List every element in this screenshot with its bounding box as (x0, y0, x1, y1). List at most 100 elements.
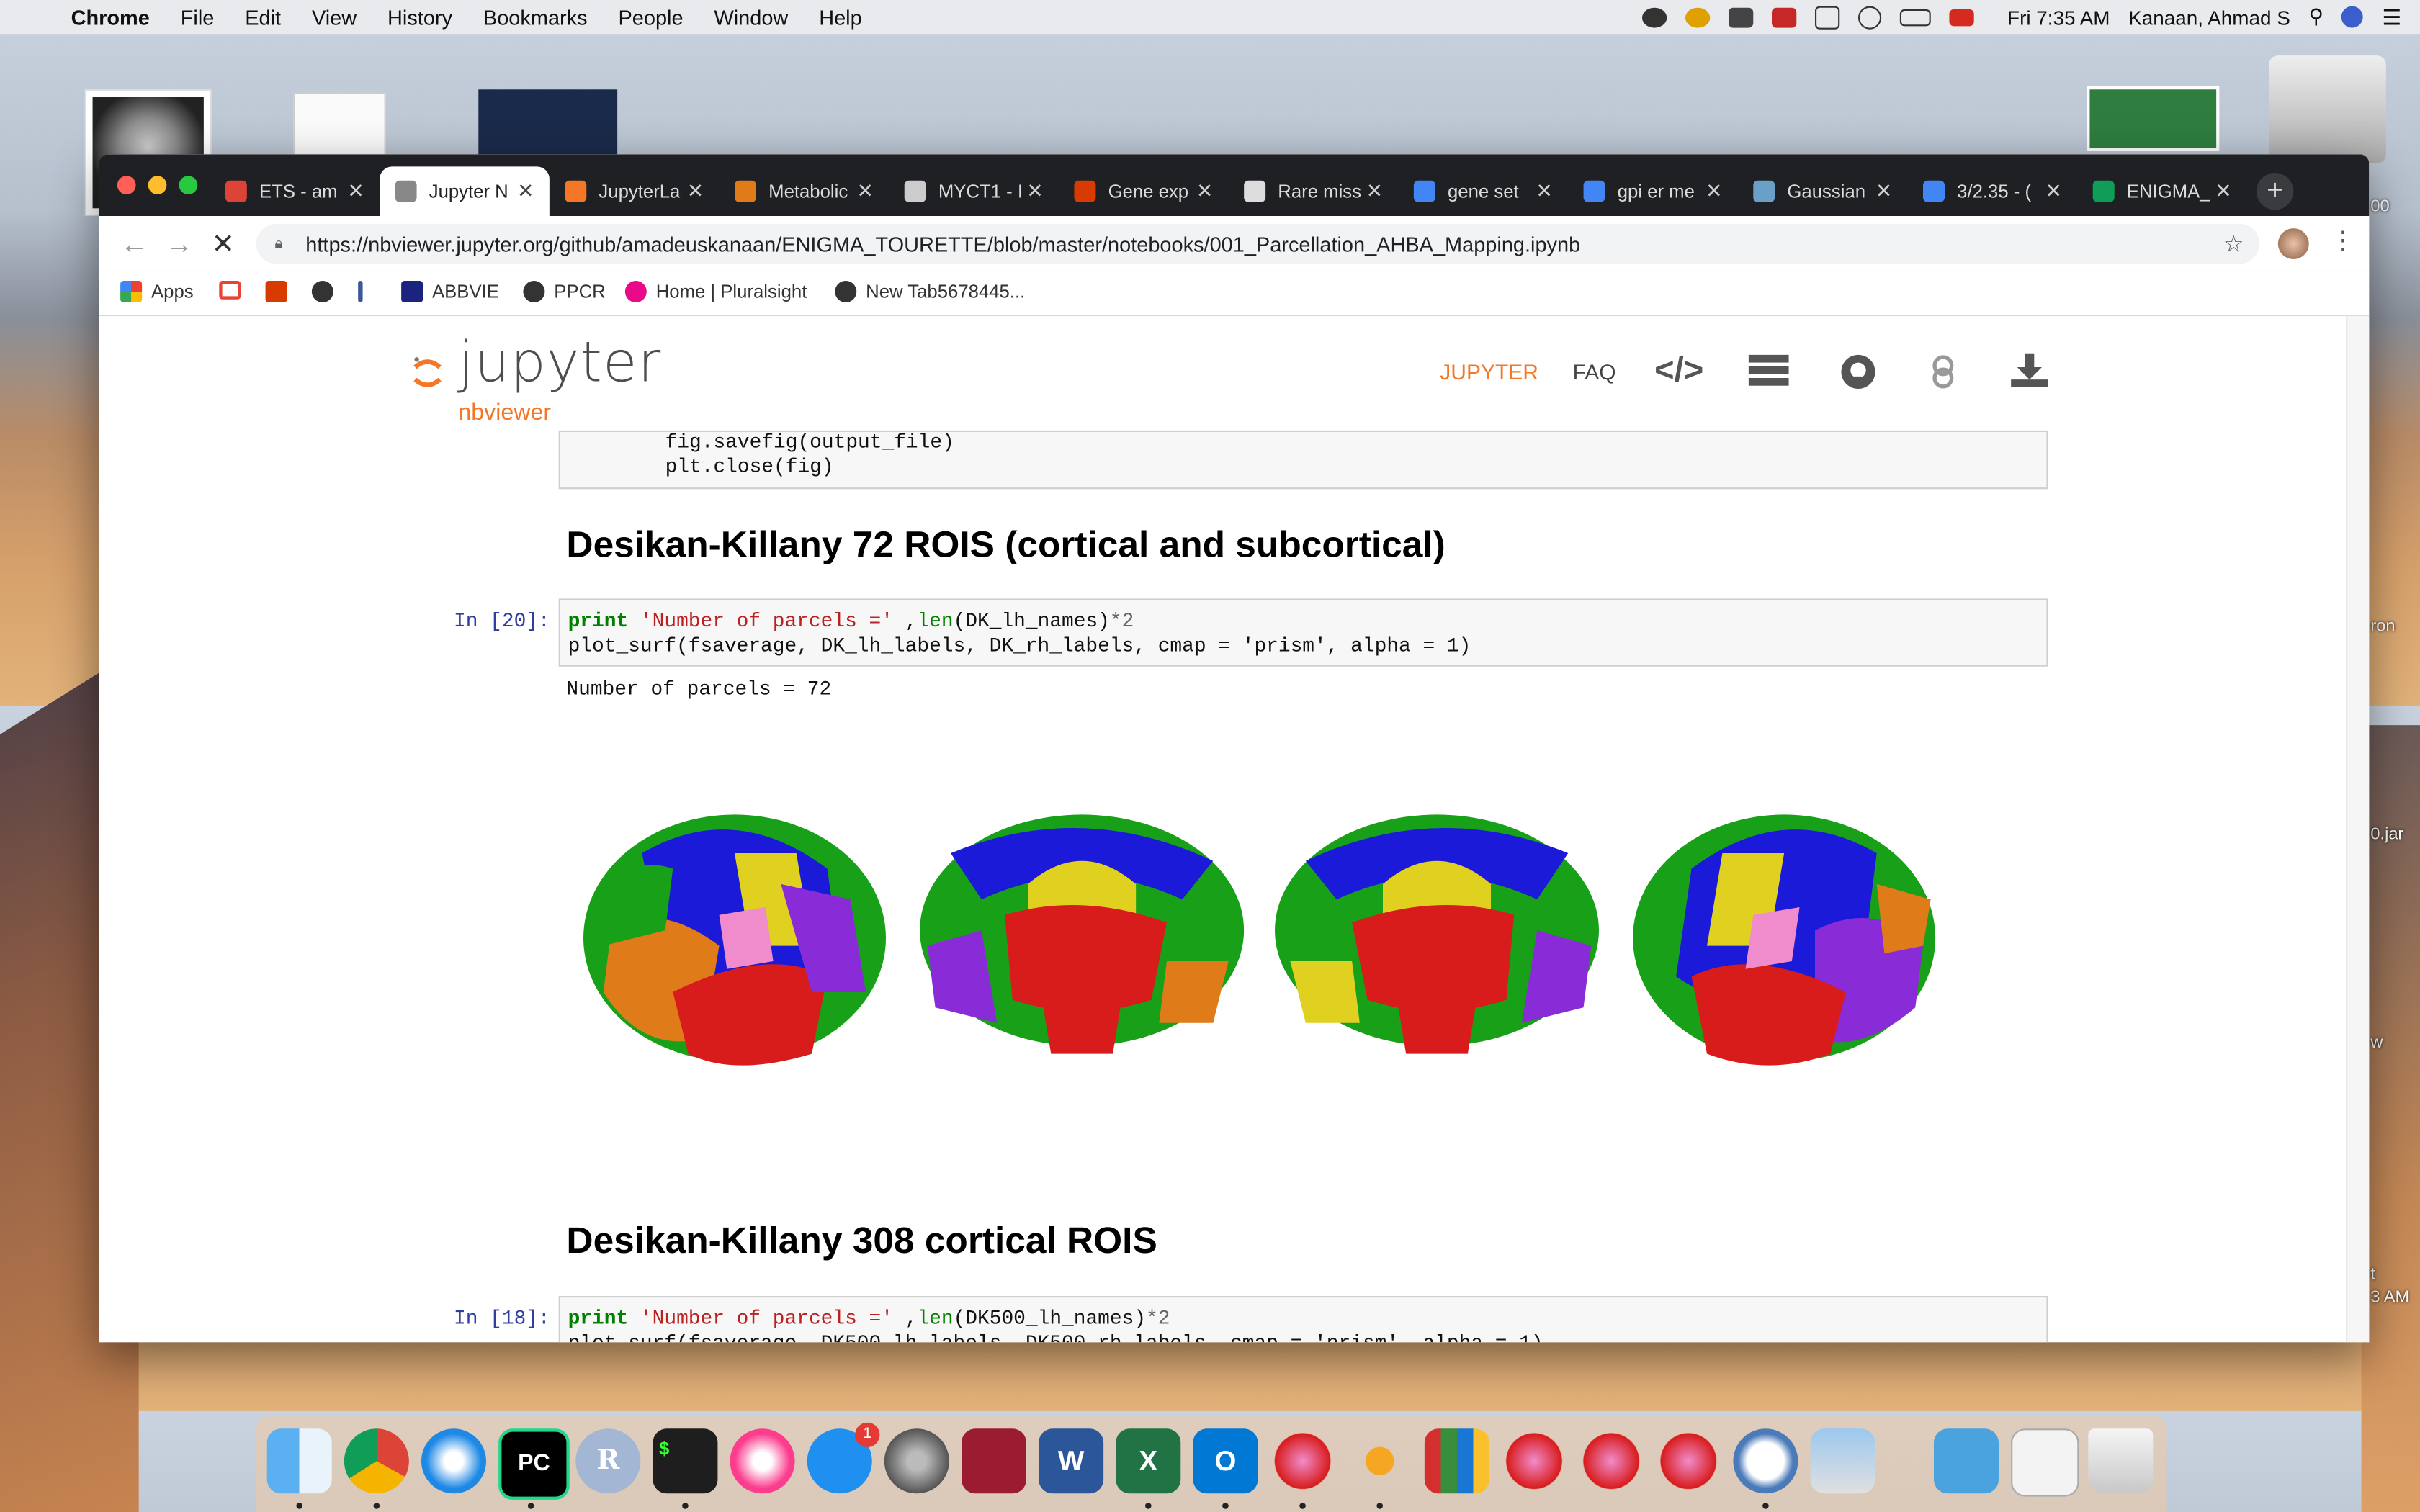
bookmark-ppcr[interactable]: PPCR (523, 281, 606, 302)
close-tab-icon[interactable]: ✕ (856, 179, 873, 204)
code-cell-previous[interactable]: fig.savefig(output_file) plt.close(fig) (558, 430, 2048, 490)
trash-icon[interactable] (2088, 1428, 2154, 1494)
bookmark-office[interactable] (265, 281, 287, 302)
nav-jupyter-link[interactable]: JUPYTER (1440, 359, 1538, 384)
menu-edit[interactable]: Edit (245, 6, 281, 29)
page-scrollbar[interactable] (2346, 316, 2370, 1343)
menu-bookmarks[interactable]: Bookmarks (483, 6, 588, 29)
brain-app-icon[interactable] (1270, 1428, 1335, 1494)
back-arrow-icon[interactable]: ← (120, 228, 148, 261)
brain-app-icon[interactable] (1579, 1428, 1644, 1494)
finder-icon[interactable] (266, 1428, 332, 1494)
excel-icon[interactable]: X (1116, 1428, 1181, 1494)
menu-history[interactable]: History (387, 6, 452, 29)
mendeley-icon[interactable] (962, 1428, 1026, 1494)
battery-icon[interactable] (1899, 8, 1930, 26)
browser-tab[interactable]: Rare miss ✕ (1229, 166, 1399, 216)
minimize-window-button[interactable] (148, 176, 167, 194)
mcafee-icon[interactable] (1771, 6, 1796, 27)
profile-avatar[interactable] (2277, 228, 2309, 259)
bookmark-apps[interactable]: Apps (120, 281, 194, 302)
brain-app-icon[interactable] (1502, 1428, 1567, 1494)
browser-tab[interactable]: ETS - am ✕ (210, 166, 380, 216)
close-tab-icon[interactable]: ✕ (1366, 179, 1383, 204)
browser-tab[interactable]: gene set ✕ (1398, 166, 1568, 216)
siri-icon[interactable] (2341, 6, 2364, 28)
forward-arrow-icon[interactable]: → (165, 228, 193, 261)
bookmark-star-icon[interactable]: ☆ (2223, 230, 2244, 257)
nav-faq-link[interactable]: FAQ (1573, 359, 1616, 384)
status-app-icon[interactable] (1685, 6, 1710, 27)
spotlight-search-icon[interactable]: ⚲ (2309, 4, 2323, 29)
close-tab-icon[interactable]: ✕ (2045, 179, 2061, 204)
bookmark-abbvie[interactable]: ABBVIE (401, 281, 499, 302)
browser-tab[interactable]: Metabolic ✕ (720, 166, 889, 216)
code-icon[interactable]: </> (1654, 350, 1703, 390)
bookmark-globe[interactable] (311, 281, 333, 302)
cloud-icon[interactable] (1641, 6, 1667, 27)
system-preferences-icon[interactable] (884, 1428, 949, 1494)
menubar-user[interactable]: Kanaan, Ahmad S (2128, 6, 2290, 29)
airplay-icon[interactable] (1814, 5, 1839, 29)
safari-icon[interactable] (421, 1428, 486, 1494)
chrome-icon[interactable] (344, 1428, 409, 1494)
browser-tab[interactable]: Gaussian ✕ (1738, 166, 1908, 216)
close-tab-icon[interactable]: ✕ (517, 179, 534, 204)
new-tab-button[interactable]: + (2256, 173, 2294, 210)
chrome-menu-icon[interactable]: ⋮ (2331, 225, 2355, 256)
binder-icon[interactable] (1926, 354, 1960, 400)
close-tab-icon[interactable]: ✕ (1026, 179, 1043, 204)
desktop-screenshot-file[interactable] (2087, 86, 2220, 151)
canada-flag-icon[interactable] (1948, 8, 1973, 26)
bookmark-new-tab[interactable]: New Tab5678445... (835, 281, 1025, 302)
lock-icon[interactable]: 🔒︎ (274, 236, 290, 253)
desktop-document-file[interactable] (293, 92, 386, 161)
keynote-icon[interactable] (1810, 1428, 1876, 1494)
menu-people[interactable]: People (618, 6, 683, 29)
stop-loading-icon[interactable]: ✕ (212, 228, 235, 261)
server-icon[interactable] (1747, 354, 1791, 397)
folder-icon[interactable] (1934, 1428, 1999, 1494)
browser-tab[interactable]: Gene exp ✕ (1059, 166, 1229, 216)
chart-app-icon[interactable] (1424, 1428, 1489, 1494)
desktop-image-file[interactable] (478, 89, 618, 158)
word-icon[interactable]: W (1039, 1428, 1104, 1494)
close-tab-icon[interactable]: ✕ (1706, 179, 1722, 204)
close-window-button[interactable] (117, 176, 136, 194)
close-tab-icon[interactable]: ✕ (1196, 179, 1213, 204)
browser-tab[interactable]: ENIGMA_ ✕ (2077, 166, 2247, 216)
address-bar[interactable]: 🔒︎ https://nbviewer.jupyter.org/github/a… (256, 223, 2260, 264)
menu-file[interactable]: File (181, 6, 215, 29)
braingl-icon[interactable] (1733, 1428, 1798, 1494)
bookmark-gmail[interactable] (219, 281, 241, 300)
menu-view[interactable]: View (312, 6, 357, 29)
close-tab-icon[interactable]: ✕ (1536, 179, 1552, 204)
close-tab-icon[interactable]: ✕ (687, 179, 704, 204)
bookmark-facebook[interactable] (358, 281, 363, 302)
brain-app-icon[interactable] (1656, 1428, 1721, 1494)
browser-tab[interactable]: MYCT1 - I ✕ (889, 166, 1059, 216)
close-tab-icon[interactable]: ✕ (1876, 179, 1892, 204)
close-tab-icon[interactable]: ✕ (2215, 179, 2231, 204)
pycharm-icon[interactable]: PC (498, 1428, 570, 1500)
bookmark-pluralsight[interactable]: Home | Pluralsight (624, 281, 807, 302)
browser-tab[interactable]: gpi er me ✕ (1568, 166, 1738, 216)
r-icon[interactable]: R (575, 1428, 641, 1494)
notification-center-icon[interactable]: ☰ (2382, 4, 2401, 30)
github-icon[interactable] (1839, 354, 1876, 400)
hard-drive-icon[interactable] (2269, 55, 2386, 164)
zoom-window-button[interactable] (179, 176, 198, 194)
sync-icon[interactable] (1857, 5, 1881, 29)
close-tab-icon[interactable]: ✕ (347, 179, 364, 204)
browser-tab[interactable]: Jupyter N ✕ (380, 166, 550, 216)
music-icon[interactable] (730, 1428, 795, 1494)
outlook-icon[interactable]: O (1193, 1428, 1258, 1494)
menu-app-name[interactable]: Chrome (71, 6, 150, 29)
menu-help[interactable]: Help (819, 6, 861, 29)
code-cell[interactable]: print 'Number of parcels =' ,len(DK_lh_n… (558, 598, 2048, 667)
browser-tab[interactable]: 3/2.35 - (✕ (1908, 166, 2078, 216)
menu-window[interactable]: Window (714, 6, 788, 29)
menubar-clock[interactable]: Fri 7:35 AM (2007, 6, 2110, 29)
documents-stack-icon[interactable] (2011, 1428, 2079, 1497)
download-icon[interactable] (2009, 350, 2050, 400)
